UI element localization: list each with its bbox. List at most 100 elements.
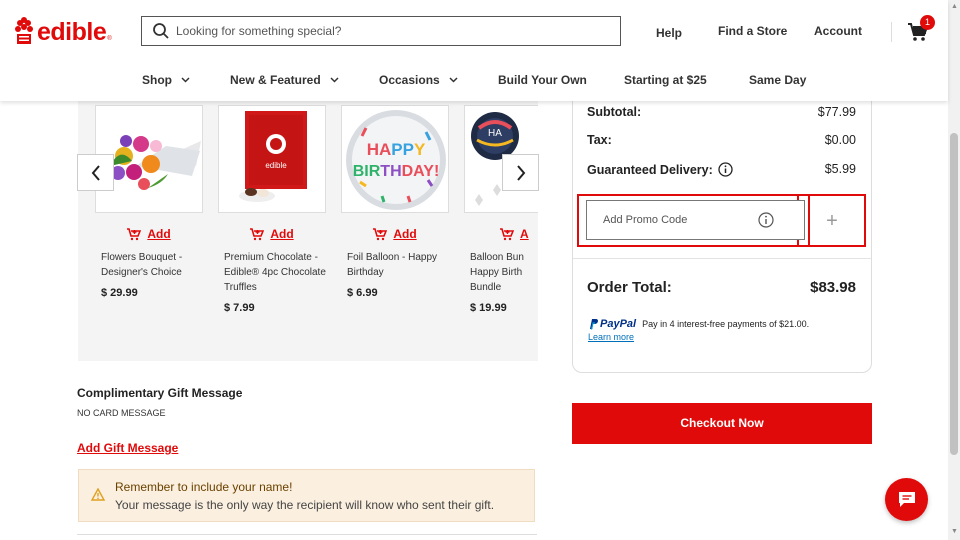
nav-occasions[interactable]: Occasions	[379, 73, 458, 87]
delivery-row: Guaranteed Delivery: $5.99	[587, 162, 856, 177]
add-label: A	[520, 227, 529, 241]
nav-label: New & Featured	[230, 73, 321, 87]
product-card[interactable]: HAPPY BIRTHDAY! Add Foil Balloon - Happy…	[341, 105, 449, 299]
svg-text:HA: HA	[488, 128, 502, 139]
notice-text: Your message is the only way the recipie…	[115, 498, 495, 512]
chevron-down-icon	[330, 77, 339, 83]
carousel-prev-button[interactable]	[77, 154, 114, 191]
promo-info-icon[interactable]	[758, 212, 774, 228]
paypal-promo: PayPal Pay in 4 interest-free payments o…	[588, 318, 809, 330]
nav-build-your-own[interactable]: Build Your Own	[498, 73, 587, 87]
add-to-cart-icon	[127, 227, 142, 240]
account-link[interactable]: Account	[814, 24, 862, 38]
edible-logo[interactable]: edible ®	[14, 17, 112, 47]
fruit-bouquet-logo-icon	[14, 17, 34, 47]
svg-text:BIRTHDAY!: BIRTHDAY!	[353, 163, 440, 180]
add-label: Add	[393, 227, 417, 241]
paypal-learn-more-link[interactable]: Learn more	[588, 332, 634, 342]
site-header: edible ® Help Find a Store Account 1 Sho…	[0, 0, 948, 101]
paypal-brand: PayPal	[600, 318, 637, 330]
addon-carousel: Add Flowers Bouquet - Designer's Choice …	[78, 101, 538, 361]
brand-name: edible	[37, 17, 107, 46]
delivery-label-wrap: Guaranteed Delivery:	[587, 162, 733, 177]
order-total-value: $83.98	[810, 279, 856, 296]
gift-message-title: Complimentary Gift Message	[77, 386, 243, 400]
nav-label: Starting at $25	[624, 73, 707, 87]
search-input[interactable]	[176, 24, 596, 38]
chat-button[interactable]	[885, 478, 928, 521]
tax-row: Tax: $0.00	[587, 133, 856, 147]
product-name: Premium Chocolate - Edible® 4pc Chocolat…	[224, 252, 326, 293]
page-scrollbar[interactable]: ▲ ▼	[948, 0, 960, 540]
add-to-cart-link[interactable]: Add	[95, 227, 203, 241]
add-to-cart-link[interactable]: Add	[341, 227, 449, 241]
product-name: Foil Balloon - Happy Birthday	[347, 252, 438, 278]
product-price: $ 7.99	[224, 302, 255, 314]
nav-label: Same Day	[749, 73, 807, 87]
paypal-icon	[590, 319, 598, 330]
add-to-cart-icon	[500, 227, 514, 240]
section-divider	[77, 534, 537, 535]
warning-icon	[91, 488, 105, 501]
subtotal-label: Subtotal:	[587, 105, 642, 119]
page: edible ® Help Find a Store Account 1 Sho…	[0, 0, 960, 540]
chevron-left-icon	[91, 164, 100, 181]
nav-label: Shop	[142, 73, 172, 87]
add-to-cart-icon	[373, 227, 388, 240]
notice-title: Remember to include your name!	[115, 480, 293, 494]
search-icon[interactable]	[152, 22, 170, 40]
product-price: $ 19.99	[470, 302, 507, 314]
scroll-up-arrow-icon[interactable]: ▲	[951, 3, 958, 10]
add-to-cart-link[interactable]: Add	[218, 227, 326, 241]
product-price: $ 6.99	[347, 287, 378, 299]
delivery-label: Guaranteed Delivery:	[587, 162, 713, 177]
product-card[interactable]: Add Flowers Bouquet - Designer's Choice …	[95, 105, 203, 299]
header-divider	[891, 22, 892, 42]
chevron-down-icon	[449, 77, 458, 83]
add-to-cart-icon	[250, 227, 265, 240]
product-name: Flowers Bouquet - Designer's Choice	[101, 252, 183, 278]
product-name: Balloon Bun Happy Birth Bundle	[470, 252, 524, 293]
summary-divider	[573, 258, 871, 259]
gift-message-current: NO CARD MESSAGE	[77, 408, 166, 418]
paypal-logo: PayPal	[588, 318, 636, 330]
tax-label: Tax:	[587, 133, 612, 147]
nav-shop[interactable]: Shop	[142, 73, 190, 87]
scrollbar-thumb[interactable]	[950, 133, 958, 455]
add-gift-message-link[interactable]: Add Gift Message	[77, 441, 178, 455]
nav-same-day[interactable]: Same Day	[749, 73, 806, 87]
order-total-label: Order Total:	[587, 279, 672, 296]
delivery-value: $5.99	[824, 162, 856, 176]
add-label: Add	[270, 227, 294, 241]
chocolate-box-image[interactable]: edible	[218, 105, 326, 213]
product-card[interactable]: HA A Balloon Bun Happy Birth Bundle $ 19…	[464, 105, 538, 314]
scroll-down-arrow-icon[interactable]: ▼	[951, 528, 958, 535]
add-label: Add	[147, 227, 171, 241]
paypal-text: Pay in 4 interest-free payments of $21.0…	[642, 319, 810, 329]
carousel-next-button[interactable]	[502, 154, 539, 191]
checkout-button[interactable]: Checkout Now	[572, 403, 872, 444]
subtotal-row: Subtotal: $77.99	[587, 105, 856, 119]
product-card[interactable]: edible Add Premium Chocolate - Edible® 4…	[218, 105, 326, 314]
product-price: $ 29.99	[101, 287, 138, 299]
add-to-cart-link[interactable]: A	[500, 227, 538, 241]
nav-label: Occasions	[379, 73, 440, 87]
trademark: ®	[107, 36, 112, 42]
search-bar	[141, 16, 621, 46]
chat-icon	[898, 492, 915, 507]
svg-text:HAPPY: HAPPY	[367, 140, 426, 159]
chevron-down-icon	[181, 77, 190, 83]
nav-label: Build Your Own	[498, 73, 587, 87]
tax-value: $0.00	[824, 133, 856, 147]
promo-apply-button[interactable]: +	[812, 201, 852, 241]
chevron-right-icon	[516, 164, 525, 181]
find-store-link[interactable]: Find a Store	[718, 24, 787, 38]
svg-text:edible: edible	[265, 161, 287, 170]
subtotal-value: $77.99	[817, 105, 856, 119]
nav-starting-at-25[interactable]: Starting at $25	[624, 73, 707, 87]
help-link[interactable]: Help	[656, 26, 682, 40]
order-total-row: Order Total: $83.98	[587, 279, 856, 296]
birthday-balloon-image[interactable]: HAPPY BIRTHDAY!	[341, 105, 449, 213]
info-icon[interactable]	[718, 162, 733, 177]
nav-new-featured[interactable]: New & Featured	[230, 73, 339, 87]
